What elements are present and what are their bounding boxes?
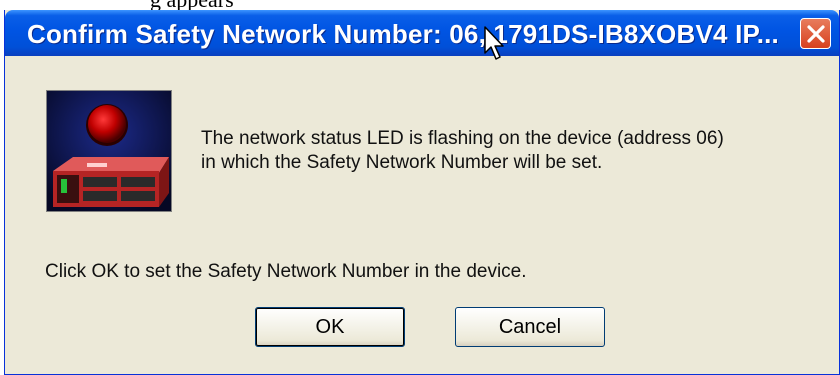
dialog-content: The network status LED is flashing on th… [9, 56, 835, 371]
title-bar[interactable]: Confirm Safety Network Number: 06, 1791D… [5, 10, 839, 56]
dialog-title: Confirm Safety Network Number: 06, 1791D… [27, 19, 779, 49]
close-button[interactable] [800, 18, 831, 49]
confirm-dialog: Confirm Safety Network Number: 06, 1791D… [4, 10, 840, 375]
flashing-led-device-icon [46, 90, 172, 212]
instruction-text: Click OK to set the Safety Network Numbe… [45, 261, 527, 282]
cancel-button[interactable]: Cancel [455, 307, 605, 347]
status-message-line-2: in which the Safety Network Number will … [201, 152, 603, 173]
status-message-line-1: The network status LED is flashing on th… [201, 128, 724, 149]
ok-button[interactable]: OK [255, 307, 405, 347]
close-icon [807, 25, 825, 43]
